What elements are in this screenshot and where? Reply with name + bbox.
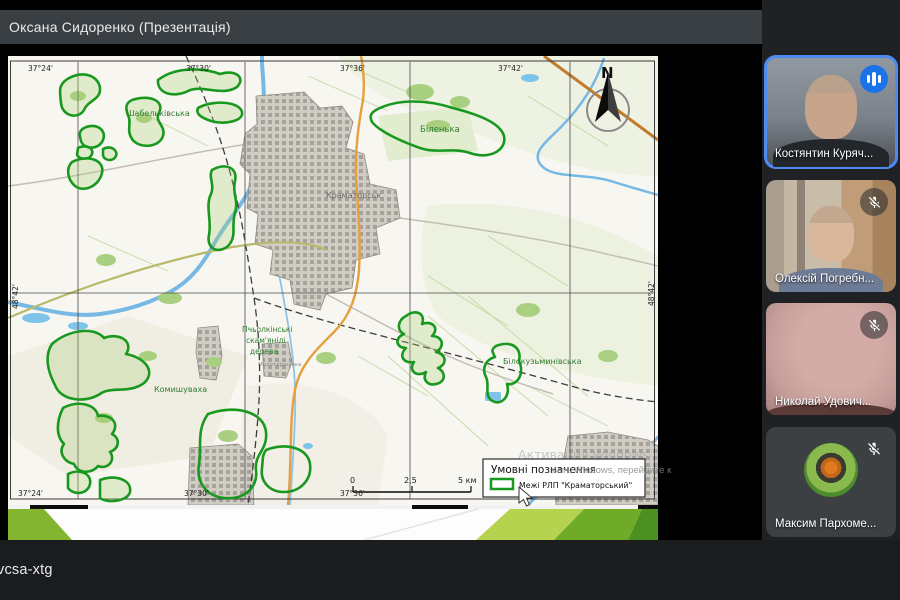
participant-name: Костянтин Куряч... — [775, 148, 873, 160]
participant-avatar — [804, 443, 858, 497]
svg-text:37°24': 37°24' — [18, 489, 43, 498]
mic-off-icon — [860, 311, 888, 339]
participant-name: Олексій Погребн... — [775, 273, 874, 285]
svg-text:37°30': 37°30' — [186, 64, 211, 73]
participant-2-video — [808, 206, 854, 262]
scale-mid: 2,5 — [404, 476, 417, 485]
label-bilokuzmynivska: Білокузьминівська — [503, 357, 582, 366]
participant-tile-3[interactable]: Николай Удович... — [766, 303, 896, 415]
meeting-code: vcsa-xtg — [0, 540, 53, 600]
svg-text:48°42': 48°42' — [11, 284, 20, 309]
label-pcholkinski-1: Пчьолкінські — [242, 325, 293, 334]
participant-1-video — [805, 75, 857, 139]
presenter-title: Оксана Сидоренко (Презентація) — [9, 19, 231, 35]
participants-sidebar: Костянтин Куряч... Олексій Погребн... Ни… — [762, 0, 900, 540]
legend-item: Межі РЛП "Краматорський" — [519, 481, 632, 490]
participant-name: Максим Пархоме... — [775, 518, 876, 530]
shared-screen: Оксана Сидоренко (Презентація) — [0, 0, 762, 540]
label-kramatorsk: Краматорськ — [326, 191, 381, 200]
label-pcholkinski-2: скам'янілі — [246, 336, 285, 345]
participant-name: Николай Удович... — [775, 396, 871, 408]
label-komyshuvakha: Комишуваха — [154, 385, 207, 394]
call-control-bar: vcsa-xtg — [0, 540, 900, 600]
participant-tile-2[interactable]: Олексій Погребн... — [766, 180, 896, 292]
participant-tile-4[interactable]: Максим Пархоме... — [766, 427, 896, 537]
label-pcholkinski-3: дерева — [250, 347, 278, 356]
svg-text:37°24': 37°24' — [28, 64, 53, 73]
label-shabelkivska: Шабельківська — [126, 109, 190, 118]
participant-tile-1[interactable]: Костянтин Куряч... — [766, 57, 896, 167]
mic-off-icon — [860, 435, 888, 463]
slide-footer-graphic — [8, 509, 658, 540]
presenter-bar: Оксана Сидоренко (Презентація) — [0, 10, 762, 44]
windows-watermark-line2: вать Windows, перейдите к — [552, 465, 671, 476]
meet-window: Оксана Сидоренко (Презентація) — [0, 0, 900, 600]
label-bilenka: Біленька — [420, 125, 460, 135]
topographic-map: Шабельківська Біленька Краматорськ Пчьол… — [8, 56, 658, 505]
mouse-cursor — [518, 486, 534, 508]
svg-text:48°42': 48°42' — [647, 281, 656, 306]
svg-text:37°42': 37°42' — [498, 64, 523, 73]
presentation-map: Шабельківська Біленька Краматорськ Пчьол… — [8, 56, 658, 505]
legend-swatch — [491, 479, 513, 489]
mic-off-icon — [860, 188, 888, 216]
svg-text:37°36': 37°36' — [340, 64, 365, 73]
scale-end: 5 км — [458, 476, 477, 485]
scale-zero: 0 — [350, 476, 355, 485]
label-malotaranivka: Малотаранівка — [258, 362, 302, 368]
svg-text:37°30': 37°30' — [184, 489, 209, 498]
speaking-indicator-icon — [860, 65, 888, 93]
